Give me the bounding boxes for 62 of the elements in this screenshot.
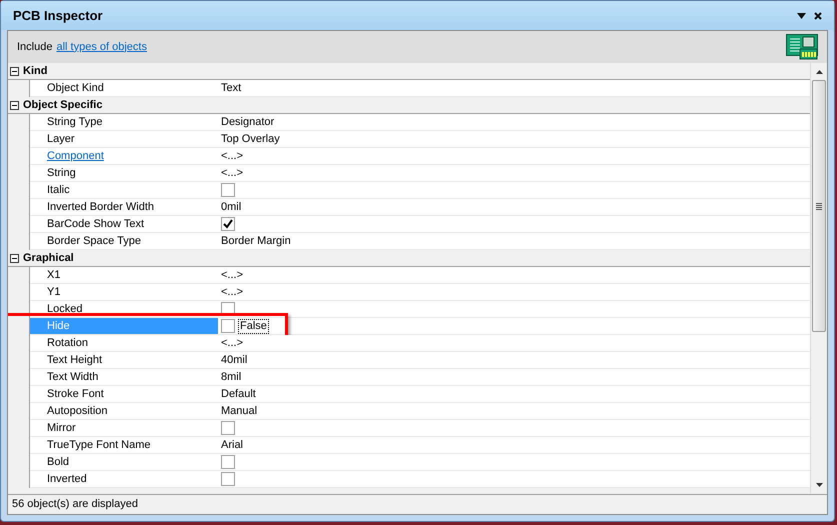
checkbox[interactable] [221,472,235,486]
property-name[interactable]: String Type [30,114,218,131]
scroll-up-icon[interactable] [816,70,822,74]
collapse-toggle[interactable] [10,66,19,76]
scroll-down-icon[interactable] [816,483,822,487]
property-value: Text [221,80,242,96]
property-value: Top Overlay [221,132,280,147]
filter-link[interactable]: all types of objects [56,38,782,56]
property-name[interactable]: Bold [30,454,218,471]
property-value: <...> [221,284,244,300]
checkbox[interactable] [221,421,235,435]
close-icon[interactable] [814,12,822,20]
status-text: 56 object(s) are displayed [12,497,138,512]
component-link[interactable]: Component [47,148,104,164]
group-title: Graphical [23,250,74,266]
property-name[interactable]: TrueType Font Name [30,437,218,454]
group-title: Object Specific [23,98,102,113]
property-value: 40mil [221,352,248,368]
dropdown-icon[interactable] [797,12,806,18]
property-name[interactable]: Mirror [30,420,218,437]
property-value: 0mil [221,200,242,215]
property-value: Border Margin [221,234,291,249]
checkmark-icon [223,219,233,229]
property-name[interactable]: Text Width [30,369,218,386]
property-name[interactable]: Layer [30,131,218,148]
property-value: Arial [221,438,244,453]
property-name[interactable]: Y1 [30,284,218,301]
property-name[interactable]: Inverted Border Width [30,199,218,216]
filter-label: Include [17,40,52,55]
property-name[interactable]: Inverted [30,471,218,488]
property-name[interactable]: Border Space Type [30,233,218,250]
group-title: Kind [23,64,48,79]
property-name[interactable]: Object Kind [30,80,218,97]
property-name[interactable]: Rotation [30,335,218,352]
property-value: Designator [221,114,274,130]
checkbox[interactable] [221,455,235,469]
scrollbar[interactable] [810,63,827,494]
circuit-board-icon[interactable] [786,34,818,60]
property-name[interactable]: BarCode Show Text [30,216,218,233]
grip-icon [816,202,822,210]
collapse-toggle[interactable] [10,254,19,262]
checkbox[interactable] [221,217,235,231]
property-name[interactable]: Component [30,148,218,165]
property-name[interactable]: X1 [30,267,218,284]
collapse-toggle[interactable] [10,100,19,110]
checkbox[interactable] [221,319,235,333]
checkbox[interactable] [221,183,235,197]
property-name[interactable]: String [30,165,218,182]
window-title: PCB Inspector [13,6,104,25]
property-value: Manual [221,404,258,419]
property-name[interactable]: Italic [30,182,218,199]
property-name[interactable]: Text Height [30,352,218,369]
property-name[interactable]: Stroke Font [30,386,218,403]
property-value: <...> [221,148,244,164]
property-value: <...> [221,336,244,351]
property-value: <...> [221,268,244,283]
property-value: Default [221,386,256,402]
property-value: <...> [221,166,244,181]
property-value: 8mil [221,370,242,385]
scroll-thumb[interactable] [812,80,826,332]
value-text: False [238,318,269,334]
property-name[interactable]: Autoposition [30,403,218,420]
